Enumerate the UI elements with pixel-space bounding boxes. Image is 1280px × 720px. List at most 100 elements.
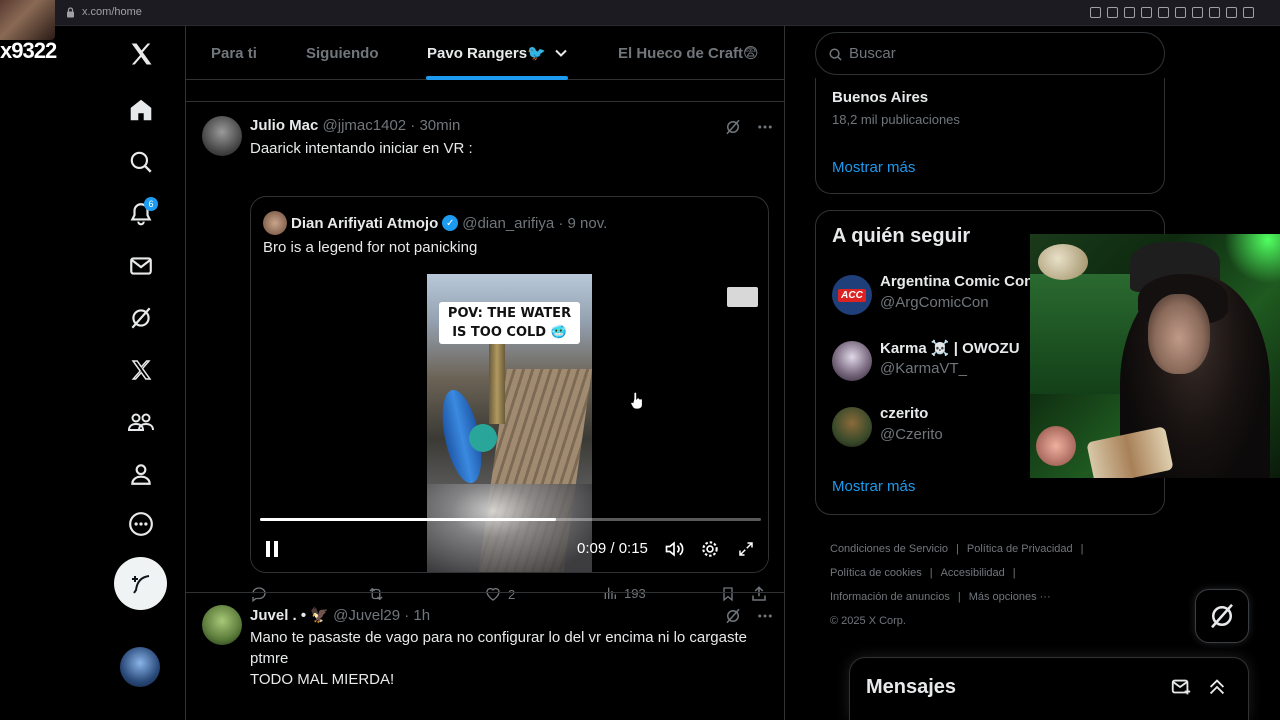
follow-handle: @ArgComicCon — [880, 294, 989, 311]
x-logo-icon — [131, 43, 152, 65]
nav-profile[interactable] — [124, 457, 158, 491]
messages-title: Mensajes — [866, 676, 957, 698]
nav-premium[interactable] — [124, 353, 158, 387]
video-time: 0:09 / 0:15 — [577, 540, 648, 557]
grok-floating-button[interactable] — [1195, 589, 1249, 643]
screenshot-icon[interactable] — [1141, 7, 1152, 18]
trends-card: Buenos Aires 18,2 mil publicaciones Most… — [815, 78, 1165, 194]
follow-name[interactable]: Karma ☠️ | OWOZU — [880, 339, 1020, 357]
webcam-pet-sticker — [1036, 426, 1076, 466]
extensions-icon[interactable] — [1192, 7, 1203, 18]
streamer-mini-cam — [0, 0, 55, 40]
video-progress-bar[interactable] — [260, 518, 761, 521]
tweet[interactable]: Juvel . • 🦅 @Juvel29 · 1h Mano te pasast… — [186, 593, 784, 720]
nav-home[interactable] — [124, 93, 158, 127]
heart-icon[interactable] — [1175, 7, 1186, 18]
new-message-icon[interactable] — [1170, 676, 1192, 698]
avatar[interactable] — [832, 341, 872, 381]
pin-icon[interactable] — [1107, 7, 1118, 18]
avatar[interactable] — [832, 407, 872, 447]
profile-icon[interactable] — [1209, 7, 1220, 18]
nav-messages[interactable] — [124, 249, 158, 283]
avatar[interactable] — [202, 116, 242, 156]
privacy-link[interactable]: Política de Privacidad — [967, 543, 1073, 555]
follow-handle: @KarmaVT_ — [880, 360, 967, 377]
volume-button[interactable] — [663, 538, 685, 560]
tab-pavo-rangers[interactable]: Pavo Rangers🐦 — [427, 26, 568, 80]
quoted-author-meta[interactable]: @dian_arifiya · 9 nov. — [462, 215, 607, 232]
tab-el-hueco-de-craft[interactable]: El Hueco de Craft😨 — [618, 26, 759, 80]
account-avatar[interactable] — [120, 647, 160, 687]
ads-info-link[interactable]: Información de anuncios — [830, 591, 950, 603]
tweet-text: Mano te pasaste de vago para no configur… — [250, 627, 770, 690]
left-sidebar: 6 — [0, 26, 185, 720]
terms-link[interactable]: Condiciones de Servicio — [830, 543, 948, 555]
grok-icon[interactable] — [724, 118, 742, 136]
author-name[interactable]: Juvel . • — [250, 607, 306, 624]
show-more-link[interactable]: Mostrar más — [832, 478, 915, 495]
search-icon — [130, 151, 152, 173]
more-options-link[interactable]: Más opciones ··· — [969, 591, 1051, 603]
kayaker-image — [469, 424, 497, 452]
shield-icon[interactable] — [1158, 7, 1169, 18]
zoom-icon[interactable] — [1090, 7, 1101, 18]
quoted-author-name[interactable]: Dian Arifiyati Atmojo — [291, 215, 438, 232]
author-meta[interactable]: @Juvel29 · 1h — [333, 607, 430, 624]
tweet-text-line: TODO MAL MIERDA! — [250, 671, 395, 688]
menu-icon[interactable] — [1243, 7, 1254, 18]
quoted-tweet-header: Dian Arifiyati Atmojo ✓ @dian_arifiya · … — [263, 211, 607, 235]
download-video-button[interactable] — [727, 287, 758, 307]
more-options-icon[interactable] — [756, 118, 774, 136]
quoted-tweet[interactable]: Dian Arifiyati Atmojo ✓ @dian_arifiya · … — [250, 196, 769, 573]
tweet-text-line: ptmre — [250, 650, 289, 667]
cookies-link[interactable]: Política de cookies — [830, 567, 922, 579]
tab-pavo-rangers-label: Pavo Rangers🐦 — [427, 45, 546, 62]
nav-more[interactable] — [124, 507, 158, 541]
home-icon — [130, 99, 152, 121]
browser-extension-icons — [1090, 7, 1254, 18]
accessibility-link[interactable]: Accesibilidad — [941, 567, 1005, 579]
download-icon[interactable] — [1226, 7, 1237, 18]
video-settings-button[interactable] — [699, 538, 721, 560]
video-player[interactable]: POV: THE WATER IS TOO COLD 🥶 0:09 / 0:15 — [251, 274, 768, 572]
trend-post-count: 18,2 mil publicaciones — [832, 112, 960, 127]
fullscreen-button[interactable] — [735, 538, 757, 560]
search-box[interactable]: Buscar — [815, 32, 1165, 75]
messages-drawer[interactable]: Mensajes — [849, 657, 1249, 720]
grok-icon[interactable] — [724, 607, 742, 625]
post-button[interactable] — [114, 557, 167, 610]
author-name[interactable]: Julio Mac — [250, 117, 318, 134]
nav-x-logo[interactable] — [124, 37, 158, 71]
bookmark-icon[interactable] — [1124, 7, 1135, 18]
tweet-text-line: Mano te pasaste de vago para no configur… — [250, 629, 747, 646]
follow-name[interactable]: Argentina Comic Con — [880, 273, 1033, 290]
follow-name[interactable]: czerito — [880, 405, 928, 422]
profile-icon — [131, 464, 151, 485]
author-meta[interactable]: @jjmac1402 · 30min — [323, 117, 461, 134]
avatar[interactable] — [202, 605, 242, 645]
feather-plus-icon — [131, 574, 149, 594]
nav-explore[interactable] — [124, 145, 158, 179]
nav-communities[interactable] — [124, 405, 158, 439]
avatar[interactable]: ACC — [832, 275, 872, 315]
acc-logo-icon: ACC — [838, 288, 866, 302]
address-bar[interactable]: x.com/home — [66, 6, 142, 18]
tweet-text: Daarick intentando iniciar en VR : — [250, 140, 473, 157]
more-options-icon[interactable] — [756, 607, 774, 625]
tab-para-ti[interactable]: Para ti — [211, 26, 257, 80]
quoted-avatar[interactable] — [263, 211, 287, 235]
tweet-header: Juvel . • 🦅 @Juvel29 · 1h — [250, 606, 430, 624]
follow-handle: @Czerito — [880, 426, 943, 443]
tab-siguiendo[interactable]: Siguiendo — [306, 26, 379, 80]
nav-grok[interactable] — [124, 301, 158, 335]
quoted-tweet-text: Bro is a legend for not panicking — [263, 239, 478, 256]
tweet[interactable]: Julio Mac @jjmac1402 · 30min Daarick int… — [186, 102, 784, 603]
gear-icon — [702, 541, 718, 557]
webcam-food — [1086, 426, 1174, 478]
trend-title[interactable]: Buenos Aires — [832, 89, 928, 106]
chevrons-up-icon[interactable] — [1206, 676, 1228, 698]
grok-icon — [1211, 603, 1233, 629]
nav-notifications[interactable]: 6 — [124, 197, 158, 231]
pause-button[interactable] — [261, 538, 283, 560]
show-more-link[interactable]: Mostrar más — [832, 159, 915, 176]
